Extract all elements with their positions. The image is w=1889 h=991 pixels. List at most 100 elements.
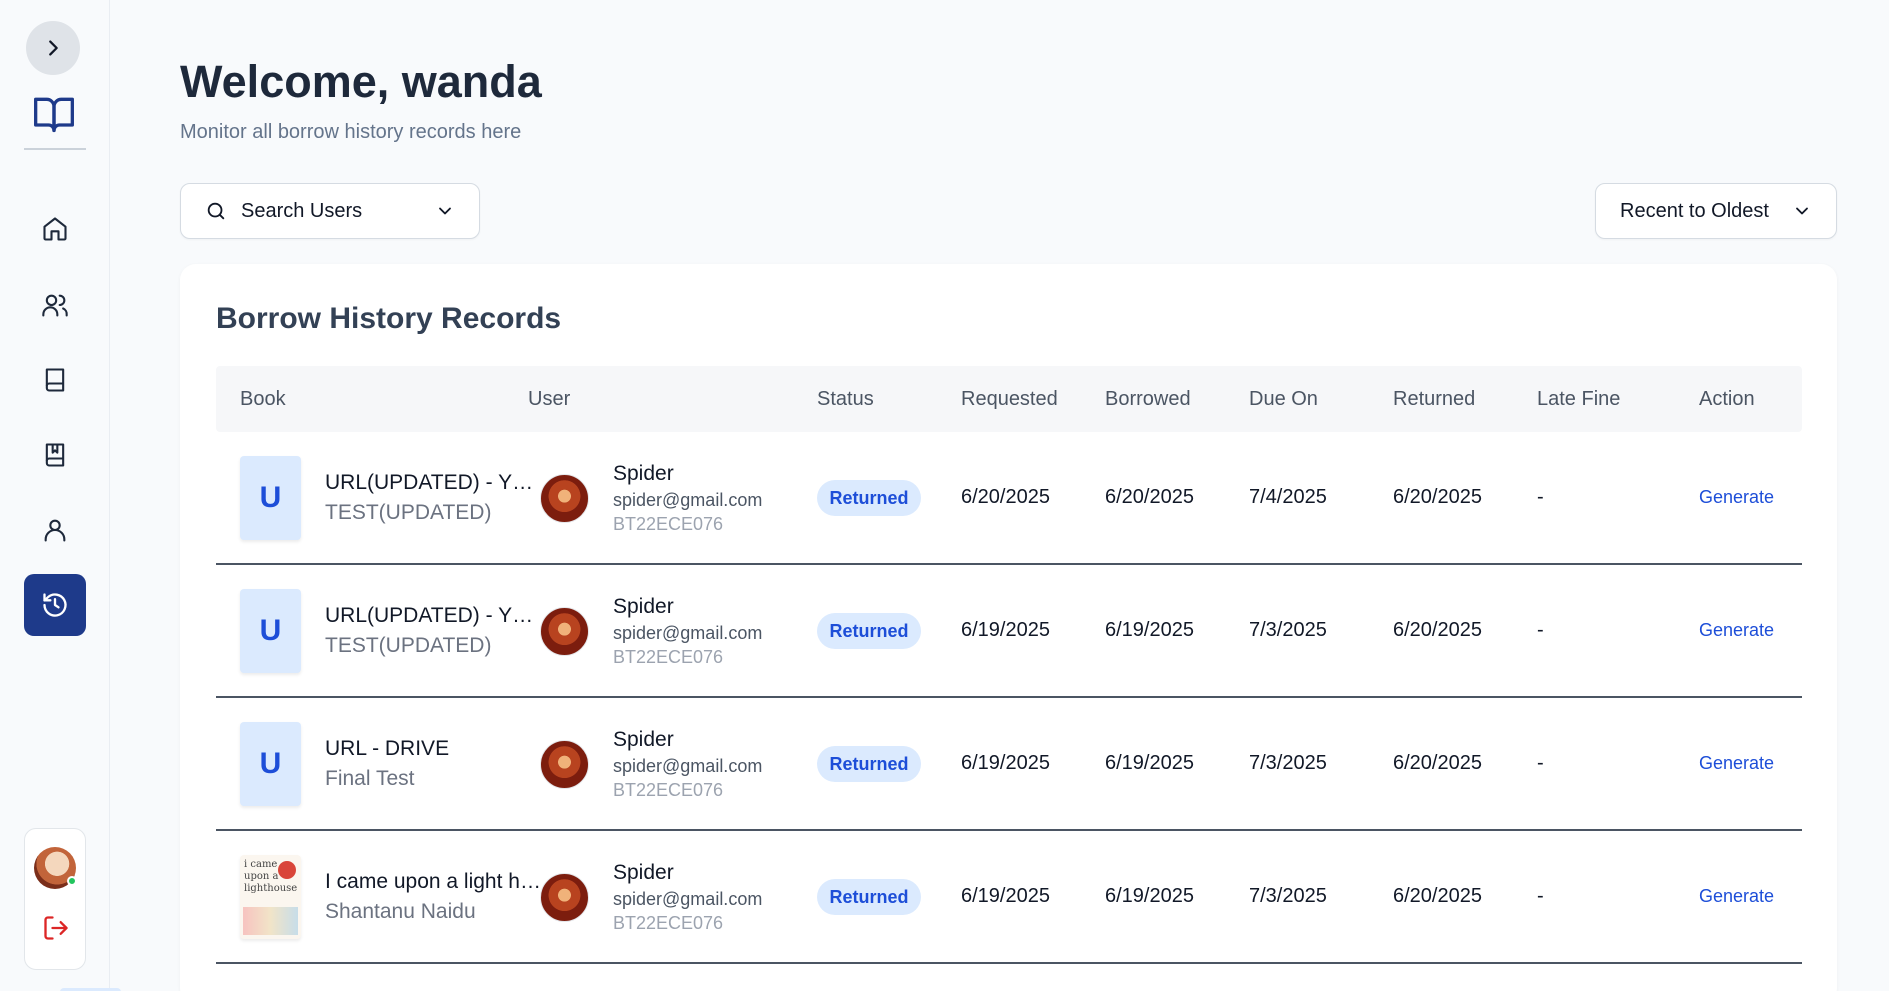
book-thumbnail: U xyxy=(240,589,301,673)
page-title: Welcome, wanda xyxy=(180,56,542,107)
column-header-user: User xyxy=(528,388,571,410)
user-id: BT22ECE076 xyxy=(613,647,724,667)
user-id: BT22ECE076 xyxy=(613,913,724,933)
user-name: Spider xyxy=(613,861,674,884)
book-icon xyxy=(45,368,65,392)
card-title: Borrow History Records xyxy=(216,302,562,335)
history-icon xyxy=(43,593,67,617)
late-fine: - xyxy=(1537,885,1544,907)
table-row: U URL(UPDATED) - YOUTUBE TEST(UPDATED) S… xyxy=(216,565,1802,698)
search-icon xyxy=(207,202,225,220)
nav-books[interactable] xyxy=(24,349,86,411)
borrowed-date: 6/19/2025 xyxy=(1105,619,1194,641)
column-header-late-fine: Late Fine xyxy=(1537,388,1621,410)
search-users-dropdown[interactable]: Search Users xyxy=(180,183,480,239)
column-header-requested: Requested xyxy=(961,388,1058,410)
returned-date: 6/20/2025 xyxy=(1393,885,1482,907)
due-date: 7/3/2025 xyxy=(1249,619,1327,641)
late-fine: - xyxy=(1537,752,1544,774)
book-title: URL(UPDATED) - YOUTUBE xyxy=(325,471,545,494)
nav-catalog[interactable] xyxy=(24,424,86,486)
status-badge: Returned xyxy=(817,613,921,649)
due-date: 7/3/2025 xyxy=(1249,885,1327,907)
nav-home[interactable] xyxy=(24,198,86,260)
column-header-action: Action xyxy=(1699,388,1755,410)
borrowed-date: 6/19/2025 xyxy=(1105,752,1194,774)
user-email: spider@gmail.com xyxy=(613,490,763,510)
book-thumbnail: U xyxy=(240,456,301,540)
status-badge: Returned xyxy=(817,879,921,915)
status-badge: Returned xyxy=(817,746,921,782)
generate-link[interactable]: Generate xyxy=(1699,487,1774,508)
table-row: U URL - DRIVE Final Test Spider spider@g… xyxy=(216,698,1802,831)
sidebar-toggle-button[interactable] xyxy=(26,21,80,75)
user-name: Spider xyxy=(613,595,674,618)
due-date: 7/3/2025 xyxy=(1249,752,1327,774)
user-name: Spider xyxy=(613,462,674,485)
profile-panel xyxy=(24,828,86,970)
home-icon xyxy=(43,217,67,241)
table-header: Book User Status Requested Borrowed Due … xyxy=(216,366,1802,432)
returned-date: 6/20/2025 xyxy=(1393,752,1482,774)
late-fine: - xyxy=(1537,486,1544,508)
user-avatar xyxy=(540,740,589,789)
sidebar-divider xyxy=(24,148,86,150)
book-author: Final Test xyxy=(325,767,415,790)
chevron-right-icon xyxy=(49,40,58,56)
generate-link[interactable]: Generate xyxy=(1699,753,1774,774)
chevron-down-icon xyxy=(439,207,451,215)
user-avatar xyxy=(540,474,589,523)
chevron-down-icon xyxy=(1796,207,1808,215)
nav-history[interactable] xyxy=(24,574,86,636)
user-avatar xyxy=(540,607,589,656)
column-header-borrowed: Borrowed xyxy=(1105,388,1191,410)
requested-date: 6/19/2025 xyxy=(961,752,1050,774)
requested-date: 6/19/2025 xyxy=(961,885,1050,907)
generate-link[interactable]: Generate xyxy=(1699,886,1774,907)
book-title: URL(UPDATED) - YOUTUBE xyxy=(325,604,545,627)
column-header-due-on: Due On xyxy=(1249,388,1318,410)
search-users-label: Search Users xyxy=(241,199,363,222)
user-email: spider@gmail.com xyxy=(613,623,763,643)
book-title: URL - DRIVE xyxy=(325,737,450,760)
book-author: TEST(UPDATED) xyxy=(325,501,492,524)
nav-profile[interactable] xyxy=(24,499,86,561)
book-cover-image: i came upon a lighthouse xyxy=(240,855,301,939)
table-row: i came upon a lighthouse I came upon a l… xyxy=(216,831,1802,964)
column-header-returned: Returned xyxy=(1393,388,1476,410)
book-author: Shantanu Naidu xyxy=(325,900,476,923)
book-thumbnail: U xyxy=(240,722,301,806)
user-icon xyxy=(44,519,66,542)
online-status-dot xyxy=(67,876,77,886)
status-badge: Returned xyxy=(817,480,921,516)
user-avatar xyxy=(540,873,589,922)
generate-link[interactable]: Generate xyxy=(1699,620,1774,641)
avatar[interactable] xyxy=(34,847,77,889)
borrow-history-card: Borrow History Records Book User Status … xyxy=(180,264,1837,991)
late-fine: - xyxy=(1537,619,1544,641)
logout-icon[interactable] xyxy=(42,914,70,942)
returned-date: 6/20/2025 xyxy=(1393,486,1482,508)
users-icon xyxy=(42,294,68,317)
column-header-book: Book xyxy=(240,388,286,410)
borrowed-date: 6/19/2025 xyxy=(1105,885,1194,907)
book-author: TEST(UPDATED) xyxy=(325,634,492,657)
user-email: spider@gmail.com xyxy=(613,889,763,909)
sidebar xyxy=(0,0,110,991)
column-header-status: Status xyxy=(817,388,874,410)
nav-users[interactable] xyxy=(24,274,86,336)
sort-order-label: Recent to Oldest xyxy=(1620,199,1769,222)
sort-order-dropdown[interactable]: Recent to Oldest xyxy=(1595,183,1837,239)
bookmark-book-icon xyxy=(45,443,65,467)
open-book-icon xyxy=(34,97,74,133)
page-subtitle: Monitor all borrow history records here xyxy=(180,121,522,143)
user-name: Spider xyxy=(613,728,674,751)
table-row: U URL(UPDATED) - YOUTUBE TEST(UPDATED) S… xyxy=(216,432,1802,565)
book-cover-art xyxy=(243,907,298,935)
book-cover-emblem xyxy=(278,861,296,879)
requested-date: 6/19/2025 xyxy=(961,619,1050,641)
returned-date: 6/20/2025 xyxy=(1393,619,1482,641)
user-id: BT22ECE076 xyxy=(613,780,724,800)
requested-date: 6/20/2025 xyxy=(961,486,1050,508)
book-title: I came upon a light house xyxy=(325,870,545,893)
